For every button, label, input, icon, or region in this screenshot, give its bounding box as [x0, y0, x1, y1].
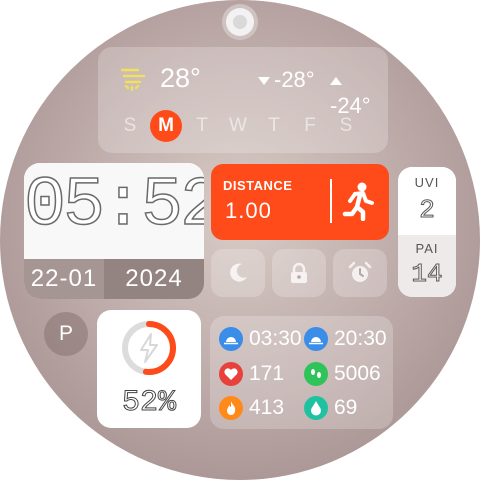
water-drop-icon	[304, 396, 328, 420]
battery-ring	[122, 321, 176, 375]
alarm-clock-icon	[348, 261, 372, 282]
weekday-fri: F	[304, 115, 316, 136]
weekday-wed: W	[229, 115, 247, 136]
uvi-value: 2	[419, 195, 436, 226]
p-button[interactable]: P	[44, 312, 88, 356]
time-widget[interactable]: 05:52 22-01 2024	[24, 163, 204, 299]
weekday-strip: S M T W T F S	[114, 110, 374, 144]
moon-icon	[230, 263, 247, 282]
battery-widget[interactable]: 52%	[97, 310, 201, 428]
steps-value: 5006	[334, 362, 381, 385]
lightning-icon	[140, 333, 158, 363]
footsteps-icon	[304, 362, 328, 386]
weekday-tue: T	[196, 115, 208, 136]
weekday-thu: T	[268, 115, 280, 136]
distance-label: DISTANCE	[223, 178, 293, 193]
arrow-up-icon	[330, 77, 342, 86]
flame-icon	[219, 396, 243, 420]
sunrise-time: 03:30	[249, 327, 302, 350]
pai-value: 14	[411, 259, 443, 290]
weather-widget[interactable]: 28° -28° -24° S M T W T F S	[98, 47, 388, 153]
sunrise-icon	[219, 327, 243, 351]
low-temperature-group: -28°	[258, 67, 315, 93]
date-year: 2024	[104, 259, 204, 299]
pai-label: PAI	[415, 241, 439, 256]
running-person-icon	[342, 182, 374, 221]
watch-face: 28° -28° -24° S M T W T F S 05:52 22-01 …	[0, 0, 480, 480]
heart-rate-value: 171	[249, 362, 285, 385]
weekday-mon-active: M	[150, 110, 182, 142]
lock-icon	[291, 262, 307, 283]
uvi-section: UVI 2	[398, 167, 456, 235]
heart-icon	[219, 362, 243, 386]
distance-widget[interactable]: DISTANCE 1.00	[211, 164, 389, 240]
uvi-pai-widget[interactable]: UVI 2 PAI 14	[398, 167, 456, 297]
calories-value: 413	[249, 396, 285, 419]
water-value: 69	[334, 396, 358, 419]
sunset-icon	[304, 327, 328, 351]
time-display-area: 05:52	[24, 163, 204, 259]
crown-button[interactable]	[226, 8, 254, 36]
date-bar: 22-01 2024	[24, 259, 204, 299]
date-day-month: 22-01	[30, 265, 98, 292]
time-display: 05:52	[24, 166, 204, 247]
weekday-sun: S	[123, 115, 137, 136]
do-not-disturb-button[interactable]	[211, 249, 265, 297]
low-temperature: -28°	[274, 67, 315, 92]
current-temperature: 28°	[160, 63, 201, 93]
distance-divider	[330, 179, 332, 223]
sunset-time: 20:30	[334, 327, 387, 350]
weekday-sat: S	[339, 115, 353, 136]
sun-haze-icon	[120, 68, 146, 91]
battery-percent: 52%	[121, 386, 176, 421]
arrow-down-icon	[258, 77, 270, 86]
health-stats-widget[interactable]: 03:30 20:30 171 5006 413 69	[210, 316, 393, 429]
pai-section: PAI 14	[398, 235, 456, 297]
distance-value: 1.00	[225, 198, 272, 223]
alarm-button[interactable]	[333, 249, 387, 297]
uvi-label: UVI	[414, 175, 440, 190]
lock-button[interactable]	[272, 249, 326, 297]
